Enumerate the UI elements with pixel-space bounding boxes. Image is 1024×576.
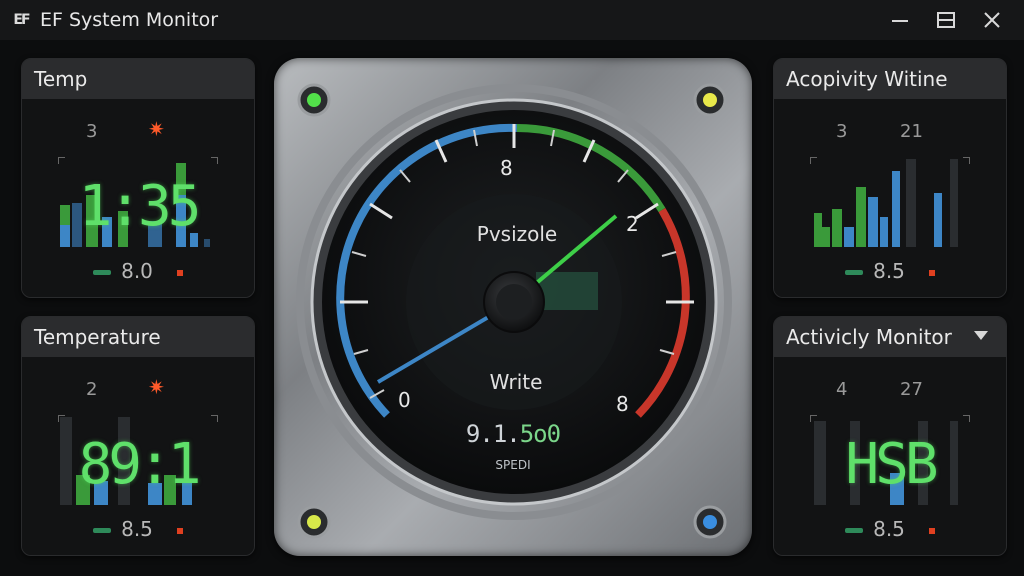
chart-corner [211,415,218,422]
title-bar: EF EF System Monitor [0,0,1024,40]
temp-panel: Temp 3 ✷ 1:35 8.0 [21,58,255,298]
footer-value: 8.5 [873,517,905,541]
panel-footer: 8.0 [22,259,254,283]
panel-footer: 8.5 [774,517,1006,541]
footer-value: 8.5 [121,517,153,541]
stat-left: 3 [836,121,848,142]
panel-body: 4 27 HSB 8.5 [774,357,1006,555]
app-logo-icon: EF [13,12,30,28]
digital-value: 5o0 [519,420,561,448]
minimize-button[interactable] [882,6,918,34]
chart-corner [963,157,970,164]
stat-right: 27 [900,379,923,400]
spark-icon: ✷ [148,117,165,141]
digital-reading: 89:1 [78,432,202,497]
scale-label-top: 8 [500,156,513,180]
legend-dash [845,270,864,275]
panel-body: 3 21 8.5 [774,99,1006,297]
footer-value: 8.0 [121,259,153,283]
chart-bar [868,197,878,247]
chart-bar [880,217,888,247]
gauge-digital-readout: 9.1.5o0 [413,420,613,448]
gauge-hub-cap [496,284,532,320]
chart-bar [856,187,866,247]
indicator-light-blue [703,515,717,529]
chart-bar [950,159,958,247]
panel-body: 2 ✷ 89:1 8.5 [22,357,254,555]
chart-bar [204,239,210,247]
maximize-icon [937,12,955,28]
stat-right: 21 [900,121,923,142]
close-icon [984,12,1000,28]
panel-footer: 8.5 [22,517,254,541]
indicator-light-yellow [307,515,321,529]
footer-value: 8.5 [873,259,905,283]
activity-write-panel: Acopivity Witine 3 21 8.5 [773,58,1007,298]
chart-corner [58,157,65,164]
minimize-icon [892,20,908,22]
gauge-unit-label: SPEDI [495,458,531,472]
chart-bar [844,227,854,247]
chart-corner [211,157,218,164]
gauge-bottom-label: Write [489,370,543,394]
chart-bar [906,159,916,247]
panel-body: 3 ✷ 1:35 8.0 [22,99,254,297]
gauge-graphic [296,83,732,539]
maximize-button[interactable] [928,6,964,34]
activity-monitor-panel: Activicly Monitor 4 27 HSB 8.5 [773,316,1007,556]
window-title: EF System Monitor [40,9,219,31]
chart-bar [892,171,900,247]
chart-bar [832,209,842,247]
gauge-top-label: Pvsizole [476,222,558,246]
scale-label-max: 8 [616,392,629,416]
chart-corner [963,415,970,422]
panel-title: Activicly Monitor [786,325,952,349]
legend-dash [845,528,864,533]
panel-title: Temperature [22,317,254,357]
bar-chart: HSB [810,415,970,505]
digital-reading: HSB [845,432,938,497]
status-dot [928,527,935,534]
chart-bar [822,227,830,247]
stat-left: 4 [836,379,848,400]
bar-chart: 89:1 [58,415,218,505]
bar-chart [810,157,970,247]
indicator-light-yellow [703,93,717,107]
legend-dash [93,270,112,275]
panel-footer: 8.5 [774,259,1006,283]
chart-corner [810,157,817,164]
spark-icon: ✷ [148,375,165,399]
chart-bar [814,213,822,247]
panel-title: Acopivity Witine [774,59,1006,99]
close-button[interactable] [974,6,1010,34]
bar-chart: 1:35 [58,157,218,247]
scale-label-min: 0 [398,388,411,412]
indicator-light-green [307,93,321,107]
chart-bar [934,193,942,247]
status-dot [176,269,183,276]
legend-dash [93,528,112,533]
status-dot [176,527,183,534]
chevron-down-icon[interactable] [974,331,988,340]
digital-prefix: 9.1. [465,420,521,448]
temperature-panel: Temperature 2 ✷ 89:1 8.5 [21,316,255,556]
panel-title-dropdown[interactable]: Activicly Monitor [774,317,1006,357]
status-dot [928,269,935,276]
stat-left: 3 [86,121,98,142]
window-controls [882,6,1010,34]
scale-label-right: 2 [626,212,639,236]
stat-left: 2 [86,379,98,400]
digital-reading: 1:35 [78,174,202,239]
gauge-plate: 8 2 0 8 Pvsizole Write 9.1.5o0 SPEDI [274,58,752,556]
panel-title: Temp [22,59,254,99]
